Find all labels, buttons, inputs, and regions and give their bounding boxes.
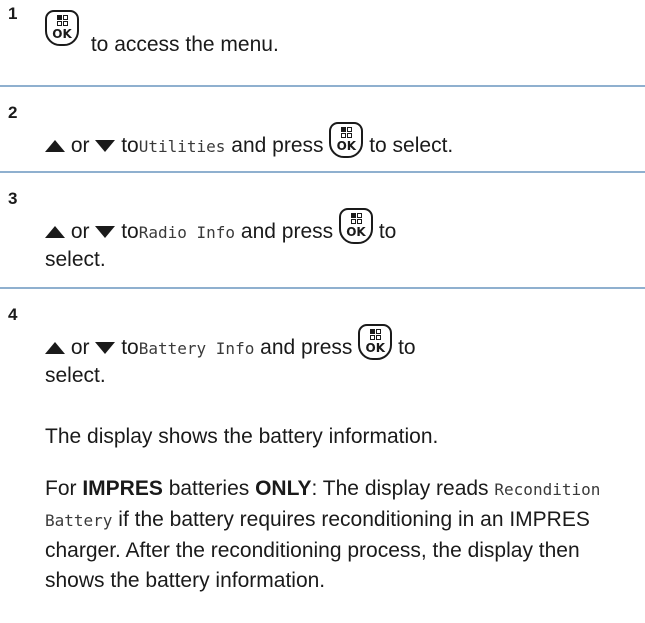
to-text: to [121,220,139,243]
note-text: : The display reads [311,477,489,500]
ok-key-label: OK [346,225,366,239]
step-number: 2 [8,103,18,122]
up-arrow-icon [45,140,65,153]
step-instruction: or toBattery Info and press OK to [45,324,416,364]
ok-menu-key-icon: OK [45,10,79,46]
press-text: and press [231,134,324,157]
note-text: batteries [168,477,250,500]
note-text: if the battery requires reconditioning i… [45,508,590,592]
select-text: to select. [369,134,454,157]
note-text: For [45,477,77,500]
step-continuation: select. [45,248,106,271]
down-arrow-icon [95,140,116,153]
to-text: to [121,336,139,359]
divider [0,171,645,173]
menu-item-radio-info: Radio Info [138,223,236,242]
menu-item-battery-info: Battery Info [138,339,255,358]
menu-item-utilities: Utilities [138,137,226,156]
impres-brand: IMPRES [82,477,163,500]
ok-key-label: OK [365,341,386,355]
instruction-text: to access the menu. [90,33,279,56]
press-text: and press [260,336,353,359]
divider [0,85,645,87]
press-text: and press [240,220,334,243]
up-arrow-icon [45,226,65,239]
to-text: to [378,220,397,243]
to-text: to [398,336,416,359]
to-text: to [121,134,139,157]
impres-note: For IMPRES batteries ONLY: The display r… [45,474,640,596]
step-instruction: OK to access the menu. [45,10,279,56]
step-number: 1 [8,4,18,23]
step-continuation: select. [45,364,106,387]
divider [0,287,645,289]
step-number: 3 [8,189,18,208]
step-instruction: or toUtilities and press OK to select. [45,122,453,162]
or-text: or [70,134,90,157]
ok-menu-key-icon: OK [329,122,364,158]
or-text: or [70,220,90,243]
down-arrow-icon [95,342,116,355]
step-instruction: or toRadio Info and press OK to [45,208,396,248]
step-number: 4 [8,305,18,324]
only-emphasis: ONLY [255,477,312,500]
display-result-note: The display shows the battery informatio… [45,425,439,448]
down-arrow-icon [95,226,116,239]
ok-key-label: OK [336,139,357,153]
or-text: or [70,336,90,359]
up-arrow-icon [45,342,65,355]
ok-menu-key-icon: OK [338,208,373,244]
ok-menu-key-icon: OK [358,324,393,360]
ok-key-label: OK [52,27,72,41]
